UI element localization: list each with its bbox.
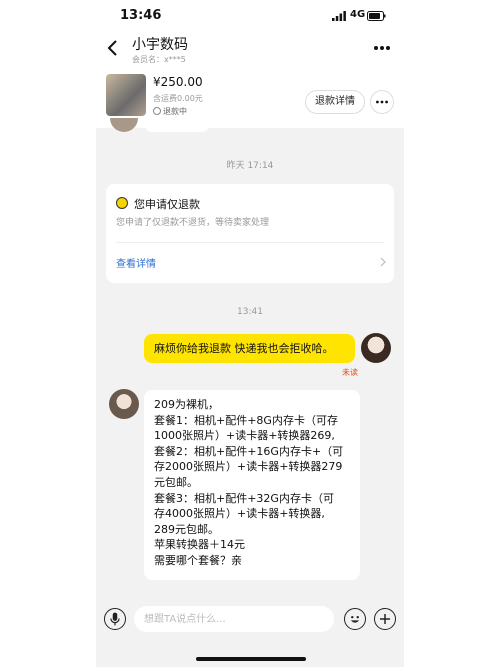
my-message-bubble[interactable]: 麻烦你给我退款 快递我也会拒收哈。 — [144, 334, 355, 363]
card-divider — [116, 242, 384, 243]
signal-icon — [332, 11, 346, 21]
timestamp: 昨天 17:14 — [226, 161, 274, 171]
message-line: 苹果转换器＋14元 — [154, 538, 245, 552]
status-bar: 13:46 4G — [96, 0, 404, 32]
refund-detail-button[interactable]: 退款详情 — [305, 90, 365, 114]
network-type: 4G — [350, 9, 366, 20]
refund-card-title: 您申请仅退款 — [134, 198, 200, 211]
right-margin — [404, 0, 500, 667]
chevron-right-icon[interactable] — [380, 257, 386, 267]
refund-status: 退款中 — [153, 106, 187, 117]
chat-header: 小宇数码 会员名：x***5 — [96, 32, 404, 68]
plus-icon[interactable] — [374, 608, 396, 630]
status-time: 13:46 — [120, 8, 162, 23]
view-details-link[interactable]: 查看详情 — [116, 255, 156, 270]
message-line: 需要哪个套餐？亲 — [154, 553, 242, 567]
message-line: 元包邮。 — [154, 475, 198, 489]
message-line: 289元包邮。 — [154, 522, 219, 536]
seller-avatar[interactable] — [109, 389, 139, 419]
product-more-icon[interactable] — [370, 90, 394, 114]
message-line: 套餐3：相机+配件+32G内存卡（可 — [154, 491, 334, 505]
more-options-icon[interactable] — [372, 40, 392, 56]
unread-status: 未读 — [342, 368, 358, 377]
refund-card-description: 您申请了仅退款不退货，等待卖家处理 — [116, 218, 270, 228]
refund-coin-icon — [116, 197, 128, 209]
microphone-icon[interactable] — [104, 608, 126, 630]
scrolled-message — [144, 122, 210, 132]
message-line: 套餐1：相机+配件+8G内存卡（可存 — [154, 413, 338, 427]
message-input[interactable] — [134, 606, 334, 632]
back-arrow-icon[interactable] — [106, 38, 120, 58]
timestamp: 13:41 — [237, 307, 263, 317]
refund-request-card: 您申请仅退款 您申请了仅退款不退货，等待卖家处理 查看详情 — [106, 184, 394, 283]
shipping-fee: 含运费0.00元 — [153, 94, 203, 103]
product-bar: ¥250.00 含运费0.00元 退款中 退款详情 — [96, 70, 404, 124]
emoji-icon[interactable] — [344, 608, 366, 630]
battery-icon — [367, 11, 386, 21]
message-line: 存2000张照片）+读卡器+转换器279 — [154, 460, 343, 474]
clock-icon — [153, 107, 161, 115]
my-avatar[interactable] — [361, 333, 391, 363]
message-line: 1000张照片）+读卡器+转换器269, — [154, 429, 335, 443]
message-line: 209为裸机， — [154, 398, 219, 411]
product-thumbnail[interactable] — [106, 74, 146, 116]
seller-message-bubble[interactable]: 209为裸机， 套餐1：相机+配件+8G内存卡（可存 1000张照片）+读卡器+… — [144, 390, 360, 580]
shop-name[interactable]: 小宇数码 — [132, 34, 188, 54]
phone-screen: 13:46 4G 小宇数码 会员名：x***5 ¥250.00 含运费0.00元… — [96, 0, 404, 667]
message-line: 套餐2：相机+配件+16G内存卡+（可 — [154, 444, 344, 458]
scrolled-avatar — [110, 118, 138, 132]
refund-status-label: 退款中 — [163, 107, 187, 116]
message-line: 存4000张照片）+读卡器+转换器, — [154, 507, 325, 521]
left-margin — [0, 0, 96, 667]
member-name: 会员名：x***5 — [132, 55, 186, 64]
product-price: ¥250.00 — [153, 75, 203, 89]
home-indicator — [196, 657, 306, 661]
